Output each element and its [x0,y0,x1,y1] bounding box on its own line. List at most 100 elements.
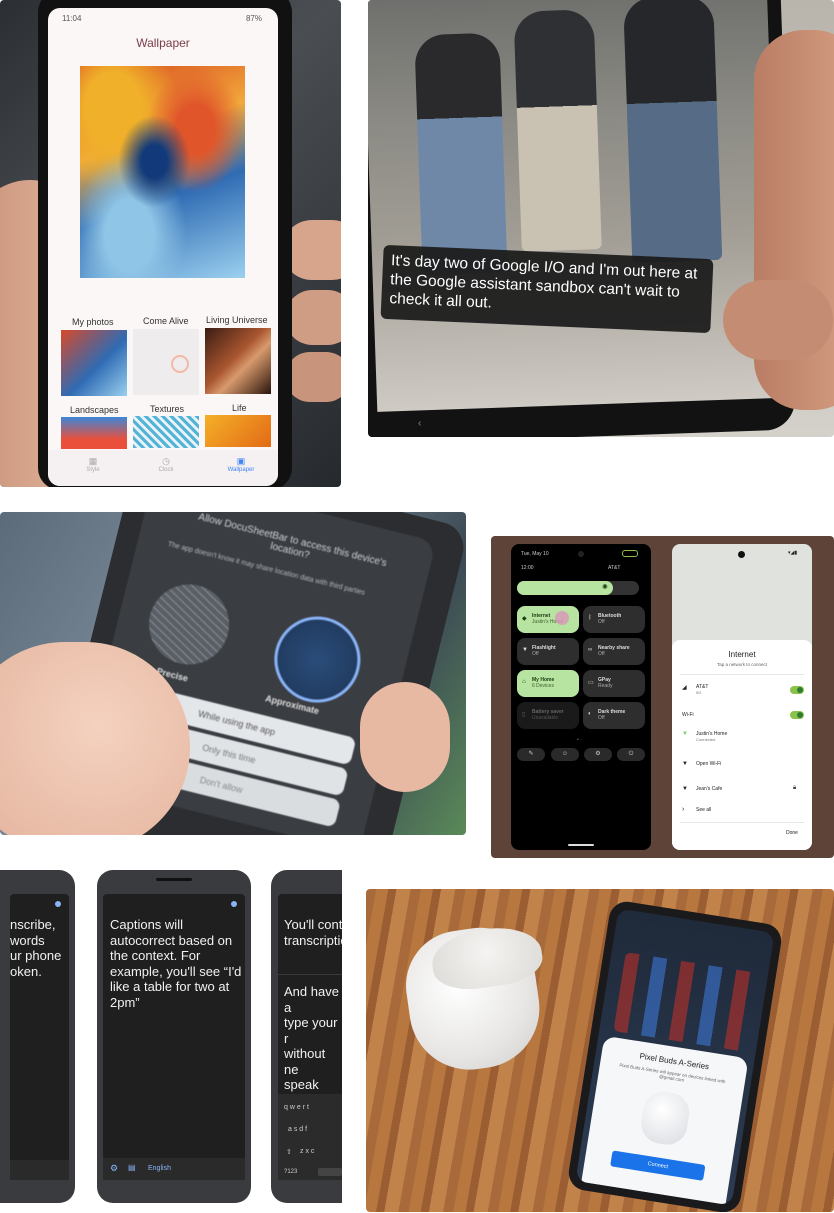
wifi-icon: ▼ [682,761,688,767]
person-center [513,9,602,252]
tile-internet[interactable]: ◆ Internet Justin's Home [517,606,579,633]
nav-clock[interactable]: ◷ Clock [151,456,181,473]
category-label-come-alive: Come Alive [143,316,189,326]
clock-icon: ◷ [162,456,170,466]
connect-button[interactable]: Connect [610,1150,706,1181]
user-button[interactable]: ☺ [551,748,579,761]
see-all[interactable]: › See all [682,806,711,813]
divider [278,974,342,975]
caption-text: It's day two of Google I/O and I'm out h… [389,252,698,312]
done-button[interactable]: Done [786,830,798,836]
tile-my-home[interactable]: ⌂ My Home 6 Devices [517,670,579,697]
category-come-alive[interactable] [133,329,199,395]
category-textures[interactable] [133,416,199,448]
person-left [414,32,508,276]
network-status: Connected [696,737,716,742]
chevron-right-icon: › [682,806,685,813]
network-jeans-cafe[interactable]: ▼ Jean's Cafe [682,786,722,792]
internet-sheet: Internet Tap a network to connect ◢ AT&T… [672,640,812,850]
nav-style[interactable]: ▦ Style [78,456,108,473]
battery-icon: ▯ [522,712,526,718]
wallpaper-preview[interactable] [80,66,245,278]
tile-battery-saver[interactable]: ▯ Battery saver Unavailable [517,702,579,729]
nav-style-label: Style [86,467,100,473]
nav-wallpaper[interactable]: ▣ Wallpaper [216,456,266,473]
network-justins-home[interactable]: ▼ Justin's Home Connected [682,731,727,742]
sheet-subtitle: Tap a network to connect [716,662,768,667]
status-time: 11:04 [62,14,82,23]
tile-flashlight-sub: Off [532,651,539,657]
tile-flashlight[interactable]: ▼ Flashlight Off [517,638,579,665]
option-only-this-time-label: Only this time [201,742,257,766]
tile-bluetooth[interactable]: ᛒ Bluetooth Off [583,606,645,633]
shift-icon: ⇧ [286,1149,292,1156]
divider [680,822,804,823]
nav-wallpaper-label: Wallpaper [227,467,255,473]
phone-1-screen: nscribe, words ur phone oken. [10,894,69,1180]
tile-nearby-share[interactable]: ∞ Nearby share Off [583,638,645,665]
keyboard[interactable]: q w e r t a s d f ⇧ z x c ?123 [278,1094,342,1180]
category-landscapes[interactable] [61,417,127,449]
caption-box: It's day two of Google I/O and I'm out h… [380,244,714,334]
internet-panel-screen: ▾◢▮ Internet Tap a network to connect ◢ … [672,544,812,850]
settings-button[interactable]: ⚙ [584,748,612,761]
phone-screen: 11:04 87% Wallpaper My photos Come Alive… [48,8,278,486]
user-icon: ☺ [561,751,569,757]
tile-dark-theme[interactable]: ◐ Dark theme Off [583,702,645,729]
qs-time: 12:00 [521,565,534,571]
charging-badge [622,550,638,557]
tile-gpay[interactable]: ▭ GPay Ready [583,670,645,697]
brightness-slider[interactable]: ✺ [517,581,639,595]
category-my-photos[interactable] [61,330,127,396]
app-icons [613,952,755,1052]
bottom-bar: ⚙ ▤ English [103,1158,245,1180]
connect-label: Connect [647,1161,669,1171]
photo-pixel-buds: Pixel Buds A-Series Pixel Buds A-Series … [366,889,834,1212]
lock-icon: 🔒︎ [793,785,797,791]
keyboard-row-1: q w e r t [284,1104,309,1111]
tile-battery-saver-sub: Unavailable [532,715,559,721]
mobile-data-toggle[interactable] [790,686,804,694]
palette-icon: ▦ [88,456,98,466]
keyboard-icon[interactable]: ▤ [128,1163,136,1172]
category-living-universe[interactable] [205,328,271,394]
category-label-landscapes: Landscapes [70,405,119,415]
assistant-dot-icon [231,901,237,907]
nav-clock-label: Clock [158,467,174,473]
see-all-label: See all [696,807,712,813]
network-att[interactable]: ◢ AT&T 5G [682,684,708,695]
edit-button[interactable]: ✎ [517,748,545,761]
language-label[interactable]: English [148,1165,171,1172]
home-icon: ⌂ [522,679,526,685]
edit-icon: ✎ [528,751,534,757]
keyboard-row-3: z x c [300,1148,315,1155]
divider [680,674,804,675]
wifi-label: Wi-Fi [682,712,694,718]
tile-dark-theme-sub: Off [598,715,605,721]
live-caption-phones: nscribe, words ur phone oken. Captions w… [0,870,342,1204]
signal-icon: ◢ [682,685,687,691]
keyboard-row-2: a s d f [288,1126,308,1133]
bluetooth-icon: ᛒ [588,615,592,621]
space-key [318,1168,342,1176]
photo-location-permission: Allow DocuSheetBar to access this device… [0,512,466,835]
camera-cutout [578,551,584,557]
gear-icon[interactable]: ⚙ [110,1163,118,1174]
option-dont-allow-label: Don't allow [198,774,244,796]
wifi-toggle[interactable] [790,711,804,719]
photo-wallpaper-picker: 11:04 87% Wallpaper My photos Come Alive… [0,0,341,487]
network-open-wifi[interactable]: ▼ Open Wi-Fi [682,761,721,767]
gear-icon: ⚙ [595,751,601,757]
come-alive-ring-icon [171,355,189,373]
status-icons: ▾◢▮ [788,550,798,556]
back-chevron-icon[interactable]: ‹ [418,418,421,429]
flashlight-icon: ▼ [522,647,528,653]
page-dots: • · [577,737,582,743]
power-button[interactable]: ⏻ [617,748,645,761]
category-life[interactable] [205,415,271,447]
qs-carrier: AT&T [608,565,621,571]
tile-gpay-sub: Ready [598,683,613,689]
precise-map[interactable] [140,575,238,673]
camera-view [368,0,782,412]
category-label-life: Life [232,403,247,413]
